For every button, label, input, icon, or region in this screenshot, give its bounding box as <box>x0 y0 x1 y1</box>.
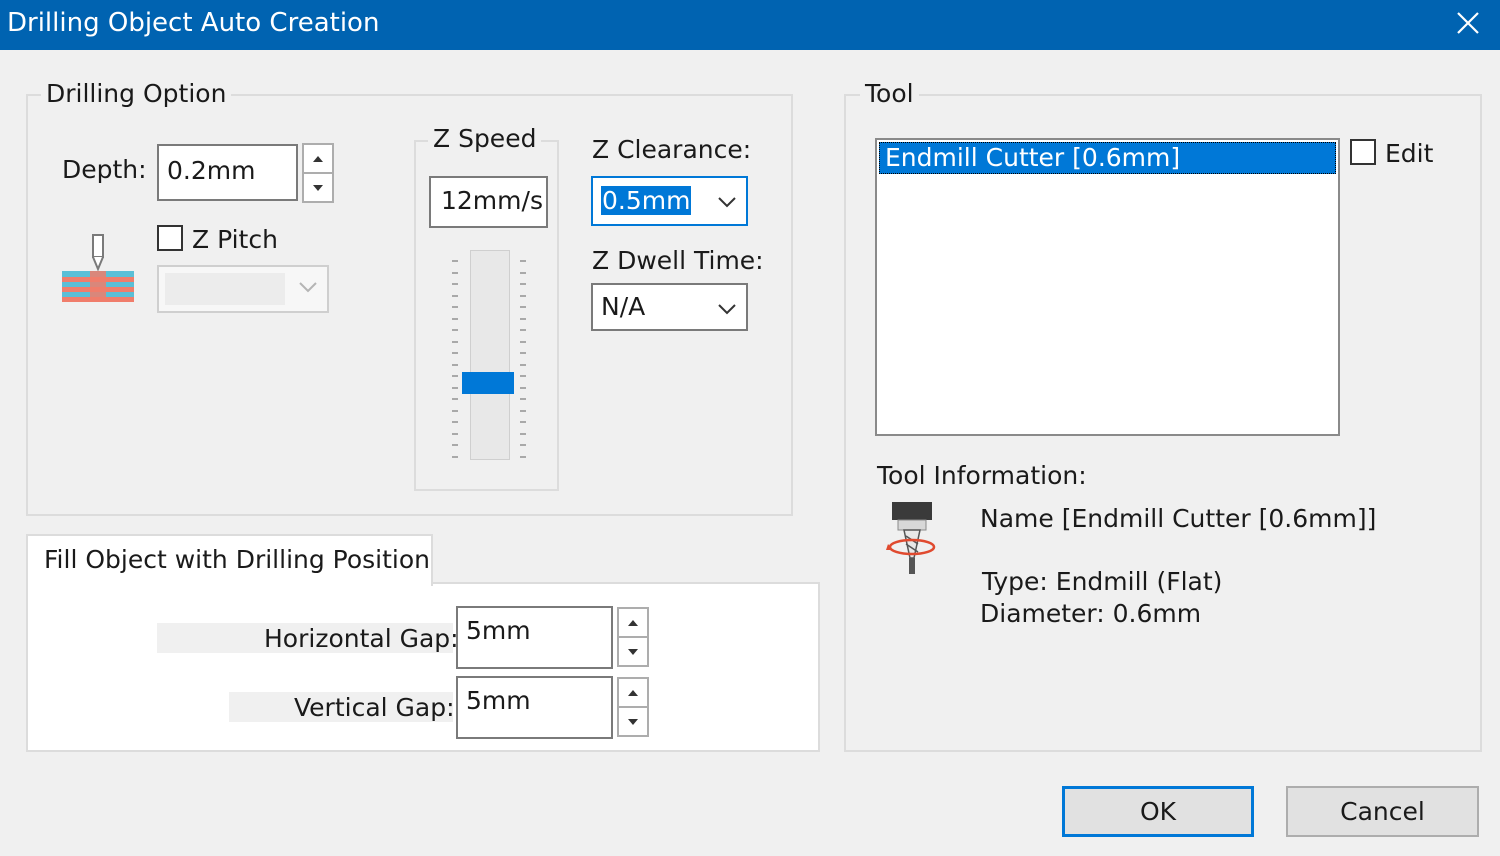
horizontal-gap-spinner[interactable] <box>617 607 649 667</box>
slider-tick <box>452 375 458 377</box>
endmill-tool-icon <box>886 502 936 574</box>
chevron-down-icon <box>718 304 736 315</box>
depth-spin-up[interactable] <box>304 145 332 174</box>
slider-tick <box>452 444 458 446</box>
slider-tick <box>520 329 526 331</box>
vertical-gap-spin-down[interactable] <box>619 708 647 735</box>
slider-tick <box>520 375 526 377</box>
edit-label: Edit <box>1385 139 1434 168</box>
z-speed-input[interactable]: 12mm/s <box>429 176 548 228</box>
slider-tick <box>452 294 458 297</box>
window-title: Drilling Object Auto Creation <box>7 8 380 38</box>
tool-list-item[interactable]: Endmill Cutter [0.6mm] <box>879 142 1336 174</box>
vertical-gap-input[interactable]: 5mm <box>456 676 613 739</box>
z-dwell-value: N/A <box>601 292 646 321</box>
slider-ticks-left <box>452 248 458 464</box>
z-pitch-value <box>165 273 285 305</box>
tool-info-diameter: Diameter: 0.6mm <box>980 599 1202 628</box>
fill-tab[interactable]: Fill Object with Drilling Position <box>26 534 433 586</box>
z-pitch-combo[interactable] <box>157 265 329 313</box>
slider-tick <box>520 455 526 458</box>
caret-down-icon <box>628 648 638 655</box>
ok-button[interactable]: OK <box>1062 786 1254 837</box>
drilling-option-legend: Drilling Option <box>41 78 232 110</box>
caret-down-icon <box>628 718 638 725</box>
slider-tick <box>520 294 526 297</box>
slider-track <box>470 250 510 460</box>
horizontal-gap-label: Horizontal Gap: <box>264 624 459 653</box>
z-speed-legend: Z Speed <box>428 123 542 155</box>
caret-down-icon <box>313 184 323 191</box>
tool-info-label: Tool Information: <box>877 461 1087 490</box>
slider-tick <box>452 283 458 285</box>
caret-up-icon <box>313 155 323 162</box>
z-clearance-value: 0.5mm <box>601 186 692 215</box>
slider-tick <box>520 386 526 389</box>
depth-label: Depth: <box>62 155 147 184</box>
close-icon <box>1457 12 1479 34</box>
slider-tick <box>452 432 458 435</box>
slider-tick <box>520 409 526 412</box>
chevron-down-icon <box>718 197 736 208</box>
vertical-gap-spinner[interactable] <box>617 677 649 737</box>
slider-tick <box>452 409 458 412</box>
slider-tick <box>452 386 458 389</box>
slider-tick <box>520 421 526 423</box>
slider-tick <box>520 306 526 308</box>
horizontal-gap-spin-down[interactable] <box>619 638 647 665</box>
drill-layers-icon <box>62 234 134 302</box>
slider-tick <box>520 352 526 354</box>
fill-panel <box>26 582 820 752</box>
slider-tick <box>520 444 526 446</box>
caret-up-icon <box>628 619 638 626</box>
tool-list[interactable]: Endmill Cutter [0.6mm] <box>875 138 1340 436</box>
slider-tick <box>520 363 526 366</box>
vertical-gap-spin-up[interactable] <box>619 679 647 708</box>
slider-tick <box>520 271 526 274</box>
z-pitch-checkbox[interactable] <box>157 225 183 251</box>
depth-spinner[interactable] <box>302 143 334 203</box>
slider-tick <box>452 421 458 423</box>
tool-info-type: Type: Endmill (Flat) <box>982 567 1223 596</box>
edit-checkbox[interactable] <box>1350 139 1376 165</box>
slider-tick <box>520 432 526 435</box>
slider-tick <box>452 271 458 274</box>
tool-info-name: Name [Endmill Cutter [0.6mm]] <box>980 504 1377 533</box>
tool-legend: Tool <box>860 78 919 110</box>
z-speed-slider[interactable] <box>448 248 530 464</box>
z-clearance-combo[interactable]: 0.5mm <box>591 176 748 226</box>
chevron-down-icon <box>299 282 317 293</box>
close-button[interactable] <box>1440 0 1496 46</box>
slider-thumb[interactable] <box>462 371 514 394</box>
slider-tick <box>452 398 458 400</box>
slider-tick <box>452 352 458 354</box>
slider-tick <box>452 317 458 320</box>
slider-tick <box>520 283 526 285</box>
slider-tick <box>452 455 458 458</box>
slider-tick <box>452 329 458 331</box>
horizontal-gap-input[interactable]: 5mm <box>456 606 613 669</box>
z-pitch-label: Z Pitch <box>192 225 278 254</box>
slider-tick <box>520 317 526 320</box>
slider-tick <box>452 306 458 308</box>
slider-tick <box>520 398 526 400</box>
depth-spin-down[interactable] <box>304 174 332 201</box>
caret-up-icon <box>628 689 638 696</box>
slider-tick <box>452 340 458 343</box>
fill-tab-label: Fill Object with Drilling Position <box>44 545 431 574</box>
slider-tick <box>520 260 526 262</box>
vertical-gap-label: Vertical Gap: <box>294 693 455 722</box>
z-dwell-label: Z Dwell Time: <box>592 246 764 275</box>
slider-tick <box>520 340 526 343</box>
slider-tick <box>452 260 458 262</box>
tool-list-item-label: Endmill Cutter [0.6mm] <box>885 143 1181 172</box>
z-dwell-combo[interactable]: N/A <box>591 283 748 331</box>
horizontal-gap-spin-up[interactable] <box>619 609 647 638</box>
z-clearance-label: Z Clearance: <box>592 135 752 164</box>
slider-ticks-right <box>520 248 526 464</box>
depth-input[interactable]: 0.2mm <box>157 144 298 201</box>
cancel-button[interactable]: Cancel <box>1286 786 1479 837</box>
slider-tick <box>452 363 458 366</box>
